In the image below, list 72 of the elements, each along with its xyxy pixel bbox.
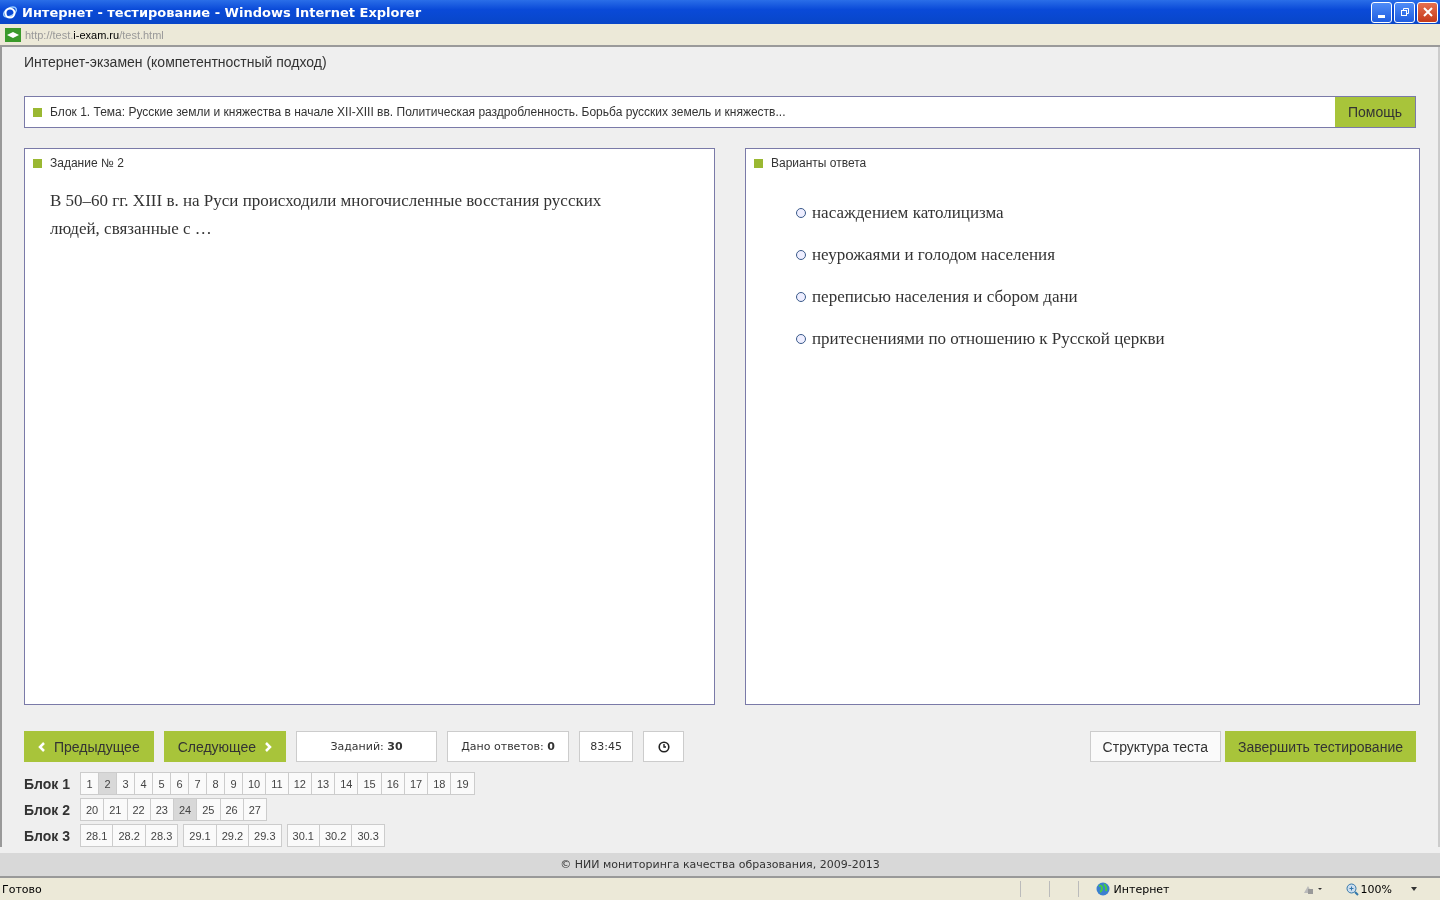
minimize-button[interactable] [1371, 1, 1392, 23]
question-text: В 50–60 гг. XIII в. на Руси происходили многочисленные восстания русских людей, связанные с … [50, 190, 603, 240]
window-title: Интернет - тестирование - Windows Internet Explorer [22, 4, 422, 20]
radio-button[interactable] [796, 207, 806, 218]
answer-count: Дано ответов: 0 [447, 731, 570, 762]
minimize-icon [1378, 14, 1385, 18]
finish-button[interactable]: Завершить тестирование [1225, 731, 1416, 762]
block-label: Блок 3 [24, 827, 71, 844]
task-number[interactable]: 27 [242, 798, 267, 821]
task-number[interactable]: 30.3 [351, 824, 385, 847]
status-text: Готово [2, 882, 42, 896]
task-number[interactable]: 12 [287, 772, 312, 795]
panel-heading: Задание № 2 [50, 156, 124, 170]
structure-button[interactable]: Структура теста [1089, 731, 1221, 762]
radio-button[interactable] [796, 249, 806, 260]
task-number[interactable]: 28.3 [144, 824, 179, 847]
close-icon [1421, 6, 1434, 19]
panel-heading: Варианты ответа [771, 156, 867, 170]
zoom-level[interactable]: 100% [1360, 882, 1392, 896]
chevron-right-icon [264, 741, 273, 752]
square-icon [33, 158, 42, 168]
next-button[interactable]: Следующее [163, 731, 287, 762]
chevron-left-icon [38, 741, 46, 752]
task-number[interactable]: 15 [357, 772, 382, 795]
radio-button[interactable] [796, 291, 806, 302]
block-label: Блок 1 [24, 775, 71, 792]
task-number[interactable]: 30.1 [286, 824, 320, 847]
browser-logo-icon [2, 4, 18, 21]
task-number[interactable]: 19 [450, 772, 475, 795]
task-number[interactable]: 14 [334, 772, 359, 795]
answer-option[interactable]: насаждением католицизма [812, 202, 1004, 223]
address-url[interactable]: http://test.i-exam.ru/test.html [25, 28, 164, 41]
task-number[interactable]: 30.2 [318, 824, 353, 847]
task-number[interactable]: 20 [80, 798, 105, 821]
zone-text: Интернет [1113, 882, 1170, 896]
copyright-text: © НИИ мониторинга качества образования, 2009-2013 [560, 858, 880, 872]
page-icon [5, 27, 21, 42]
page-title: Интернет-экзамен (компетентностный подход) [24, 53, 328, 72]
task-number[interactable]: 25 [196, 798, 221, 821]
square-icon [754, 158, 763, 168]
task-number[interactable]: 29.2 [215, 824, 250, 847]
restore-button[interactable] [1394, 1, 1415, 23]
task-number[interactable]: 18 [427, 772, 452, 795]
task-number[interactable]: 16 [380, 772, 405, 795]
answer-option[interactable]: неурожаями и голодом населения [812, 244, 1055, 265]
restore-icon [1399, 7, 1410, 18]
task-number[interactable]: 29.1 [183, 824, 217, 847]
answer-option[interactable]: притеснениями по отношению к Русской церкви [812, 328, 1165, 349]
help-button[interactable]: Помощь [1334, 97, 1415, 127]
clock-icon [657, 740, 670, 753]
topic-text: Блок 1. Тема: Русские земли и княжества в начале XII-XIII вв. Политическая раздробленность. Борьба русских земель и княжеств... [50, 105, 787, 119]
zoom-icon[interactable] [1345, 882, 1359, 896]
task-number[interactable]: 22 [126, 798, 151, 821]
task-number[interactable]: 26 [219, 798, 244, 821]
answer-option[interactable]: переписью населения и сбором дани [812, 286, 1078, 307]
task-number[interactable]: 11 [265, 772, 289, 795]
radio-button[interactable] [796, 333, 806, 344]
square-icon [33, 107, 42, 117]
previous-button[interactable]: Предыдущее [24, 731, 154, 762]
task-number[interactable]: 28.2 [112, 824, 146, 847]
task-count: Заданий: 30 [296, 731, 438, 762]
task-number[interactable]: 10 [242, 772, 267, 795]
caret-icon[interactable] [1410, 886, 1418, 893]
clock-button[interactable] [643, 731, 685, 762]
task-number[interactable]: 24 [173, 798, 198, 821]
task-number[interactable]: 29.3 [248, 824, 282, 847]
timer: 83:45 [579, 731, 634, 762]
task-number[interactable]: 21 [103, 798, 128, 821]
block-label: Блок 2 [24, 801, 71, 818]
task-number[interactable]: 28.1 [80, 824, 114, 847]
globe-icon [1095, 882, 1110, 897]
close-button[interactable] [1417, 1, 1438, 23]
